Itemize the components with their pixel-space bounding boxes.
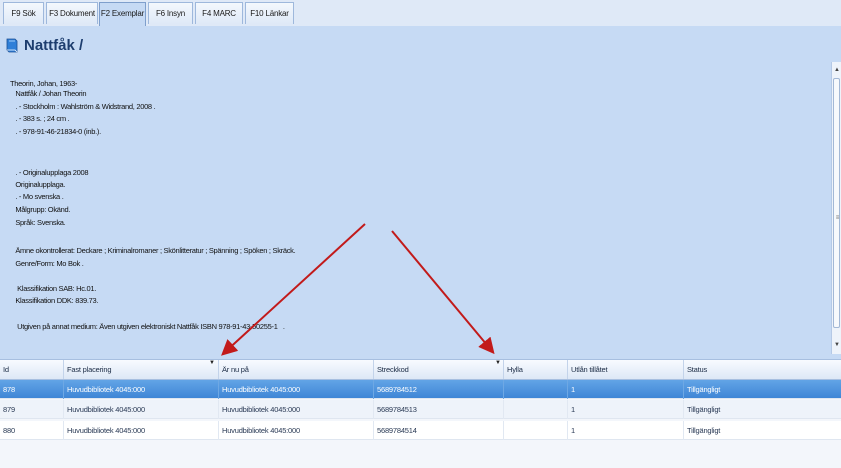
column-header-status[interactable]: Status (684, 360, 841, 379)
scroll-up-icon[interactable]: ▲ (833, 65, 841, 75)
book-icon (6, 38, 18, 53)
page-title: Nattfåk / (24, 37, 84, 54)
cell-id: 878 (0, 380, 64, 399)
copies-grid: Id Fast placering ▼ Är nu på Streckkod ▼… (0, 359, 841, 468)
record-line-isbn: . - 978-91-46-21834-0 (inb.). (10, 127, 101, 136)
record-scrollbar[interactable]: ▲ ≡ ▼ (831, 62, 841, 354)
tab-insyn[interactable]: F6 Insyn (148, 2, 193, 24)
tab-dokument[interactable]: F3 Dokument (46, 2, 98, 24)
column-header-utlan-tillatet[interactable]: Utlån tillåtet (568, 360, 684, 379)
cell-fast-placering: Huvudbibliotek 4045:000 (64, 400, 219, 419)
cell-status: Tillgängligt (687, 405, 721, 414)
cell-ar-nu-pa: Huvudbibliotek 4045:000 (219, 421, 374, 440)
cell-utlan-tillatet: 1 (568, 421, 684, 440)
column-header-ar-nu-pa[interactable]: Är nu på (219, 360, 374, 379)
cell-hylla (504, 380, 568, 399)
record-line-language-note: . - Mo svenska . (10, 192, 64, 201)
scroll-thumb[interactable]: ≡ (833, 78, 840, 328)
record-line-edition: . - Originalupplaga 2008 (10, 168, 89, 177)
record-line-ddk: Klassifikation DDK: 839.73. (10, 296, 99, 305)
table-row[interactable]: 880 Huvudbibliotek 4045:000 Huvudbibliot… (0, 421, 841, 440)
record-line-sab: Klassifikation SAB: Hc.01. (10, 284, 97, 293)
cell-id: 879 (0, 400, 64, 419)
column-header-hylla[interactable]: Hylla (504, 360, 568, 379)
tab-lankar[interactable]: F10 Länkar (245, 2, 294, 24)
record-line-author: Theorin, Johan, 1963- (10, 79, 78, 88)
dropdown-arrow-icon[interactable]: ▼ (209, 360, 215, 366)
record-line-title: Nattfåk / Johan Theorin (10, 89, 87, 98)
table-row[interactable]: 879 Huvudbibliotek 4045:000 Huvudbibliot… (0, 400, 841, 419)
record-line-language: Språk: Svenska. (10, 218, 66, 227)
cell-fast-placering: Huvudbibliotek 4045:000 (64, 380, 219, 399)
tab-bar: F9 Sök F3 Dokument F2 Exemplar F6 Insyn … (0, 0, 841, 27)
column-header-id[interactable]: Id (0, 360, 64, 379)
tab-sok[interactable]: F9 Sök (3, 2, 44, 24)
dropdown-arrow-icon[interactable]: ▼ (495, 360, 501, 366)
column-header-fast-placering[interactable]: Fast placering (64, 360, 219, 379)
record-description: Theorin, Johan, 1963- Nattfåk / Johan Th… (0, 66, 831, 352)
record-line-genre: Genre/Form: Mo Bok . (10, 259, 84, 268)
cell-streckkod: 5689784513 (374, 400, 504, 419)
cell-status: Tillgängligt (687, 385, 721, 394)
cell-streckkod: 5689784514 (374, 421, 504, 440)
column-header-streckkod[interactable]: Streckkod (374, 360, 504, 379)
cell-ar-nu-pa: Huvudbibliotek 4045:000 (219, 400, 374, 419)
record-line-other-medium: Utgiven på annat medium: Även utgiven el… (10, 322, 285, 331)
cell-utlan-tillatet: 1 (568, 380, 684, 399)
scroll-down-icon[interactable]: ▼ (833, 340, 841, 350)
grip-icon: ≡ (835, 215, 840, 221)
record-line-extent: . - 383 s. ; 24 cm . (10, 114, 70, 123)
cell-ar-nu-pa: Huvudbibliotek 4045:000 (219, 380, 374, 399)
cell-utlan-tillatet: 1 (568, 400, 684, 419)
cell-status: Tillgängligt (687, 426, 721, 435)
record-line-audience: Målgrupp: Okänd. (10, 205, 71, 214)
cell-hylla (504, 400, 568, 419)
tab-exemplar[interactable]: F2 Exemplar (99, 2, 146, 26)
cell-streckkod: 5689784512 (374, 380, 504, 399)
record-line-subjects: Ämne okontrollerat: Deckare ; Kriminalro… (10, 246, 296, 255)
table-row[interactable]: 878 Huvudbibliotek 4045:000 Huvudbibliot… (0, 380, 841, 399)
record-line-publisher: . - Stockholm : Wahlström & Widstrand, 2… (10, 102, 156, 111)
grid-header: Id Fast placering ▼ Är nu på Streckkod ▼… (0, 359, 841, 380)
cell-hylla (504, 421, 568, 440)
record-line-original: Originalupplaga. (10, 180, 66, 189)
cell-fast-placering: Huvudbibliotek 4045:000 (64, 421, 219, 440)
tab-marc[interactable]: F4 MARC (195, 2, 243, 24)
cell-id: 880 (0, 421, 64, 440)
record-header: Nattfåk / (0, 26, 841, 66)
